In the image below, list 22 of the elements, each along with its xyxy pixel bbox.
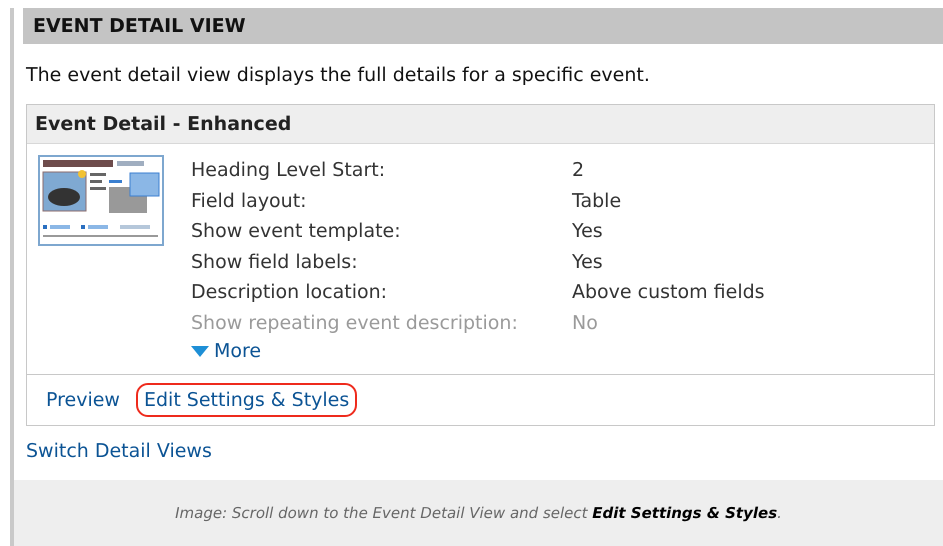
event-detail-thumbnail-icon bbox=[38, 155, 166, 249]
card-title: Event Detail - Enhanced bbox=[27, 105, 934, 144]
card-link[interactable]: Edit Settings & Styles bbox=[136, 383, 358, 417]
caret-icon bbox=[191, 346, 209, 356]
image-caption: Image: Scroll down to the Event Detail View and select Edit Settings & Styles. bbox=[175, 504, 782, 522]
setting-value: 2 bbox=[572, 159, 586, 182]
section-title: EVENT DETAIL VIEW bbox=[23, 8, 943, 44]
setting-value: Yes bbox=[572, 220, 604, 242]
setting-value: Table bbox=[572, 190, 622, 212]
switch-views-link[interactable]: Switch Detail Views bbox=[26, 440, 212, 462]
setting-label: Show event template: bbox=[191, 220, 402, 242]
setting-value: Yes bbox=[572, 250, 604, 273]
setting-label: Show repeating event description: bbox=[191, 312, 519, 334]
card-link[interactable]: Preview bbox=[38, 383, 128, 417]
more-toggle[interactable]: More bbox=[191, 340, 262, 362]
setting-label: Show field labels: bbox=[191, 250, 359, 273]
setting-label: Description location: bbox=[191, 281, 388, 304]
section-description: The event detail view displays the full details for a specific event. bbox=[26, 64, 651, 86]
setting-label: Heading Level Start: bbox=[191, 159, 386, 182]
setting-value: Above custom fields bbox=[572, 281, 765, 304]
setting-value: No bbox=[572, 312, 599, 334]
setting-label: Field layout: bbox=[191, 190, 308, 212]
